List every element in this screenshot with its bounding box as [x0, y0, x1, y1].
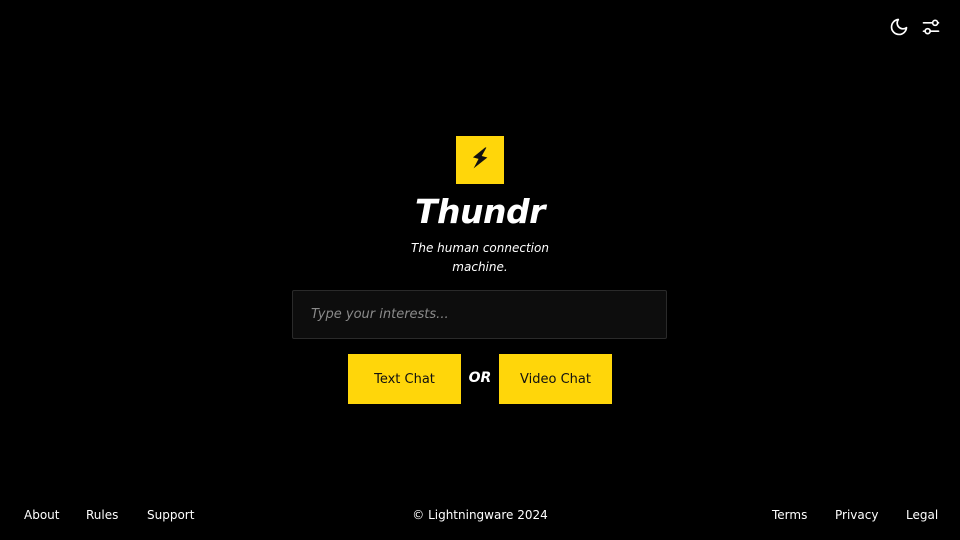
tagline-line-1: The human connection: [411, 241, 549, 255]
top-toolbar: [888, 16, 942, 38]
tagline: The human connection machine.: [400, 239, 560, 277]
interests-input[interactable]: [292, 290, 667, 339]
video-chat-button[interactable]: Video Chat: [499, 354, 612, 404]
lightning-bolt-icon: [466, 144, 494, 176]
moon-icon[interactable]: [888, 16, 910, 38]
or-separator: OR: [468, 370, 492, 386]
copyright: © Lightningware 2024: [412, 508, 548, 522]
footer-link-legal[interactable]: Legal: [906, 508, 938, 522]
text-chat-button[interactable]: Text Chat: [348, 354, 461, 404]
footer: About Rules Support © Lightningware 2024…: [0, 474, 960, 540]
logo: [456, 136, 504, 184]
footer-link-terms[interactable]: Terms: [772, 508, 807, 522]
sliders-icon[interactable]: [920, 16, 942, 38]
tagline-line-2: machine.: [452, 260, 508, 274]
app-title: Thundr: [415, 192, 545, 231]
footer-link-privacy[interactable]: Privacy: [835, 508, 878, 522]
page: Thundr The human connection machine. Tex…: [0, 0, 960, 540]
